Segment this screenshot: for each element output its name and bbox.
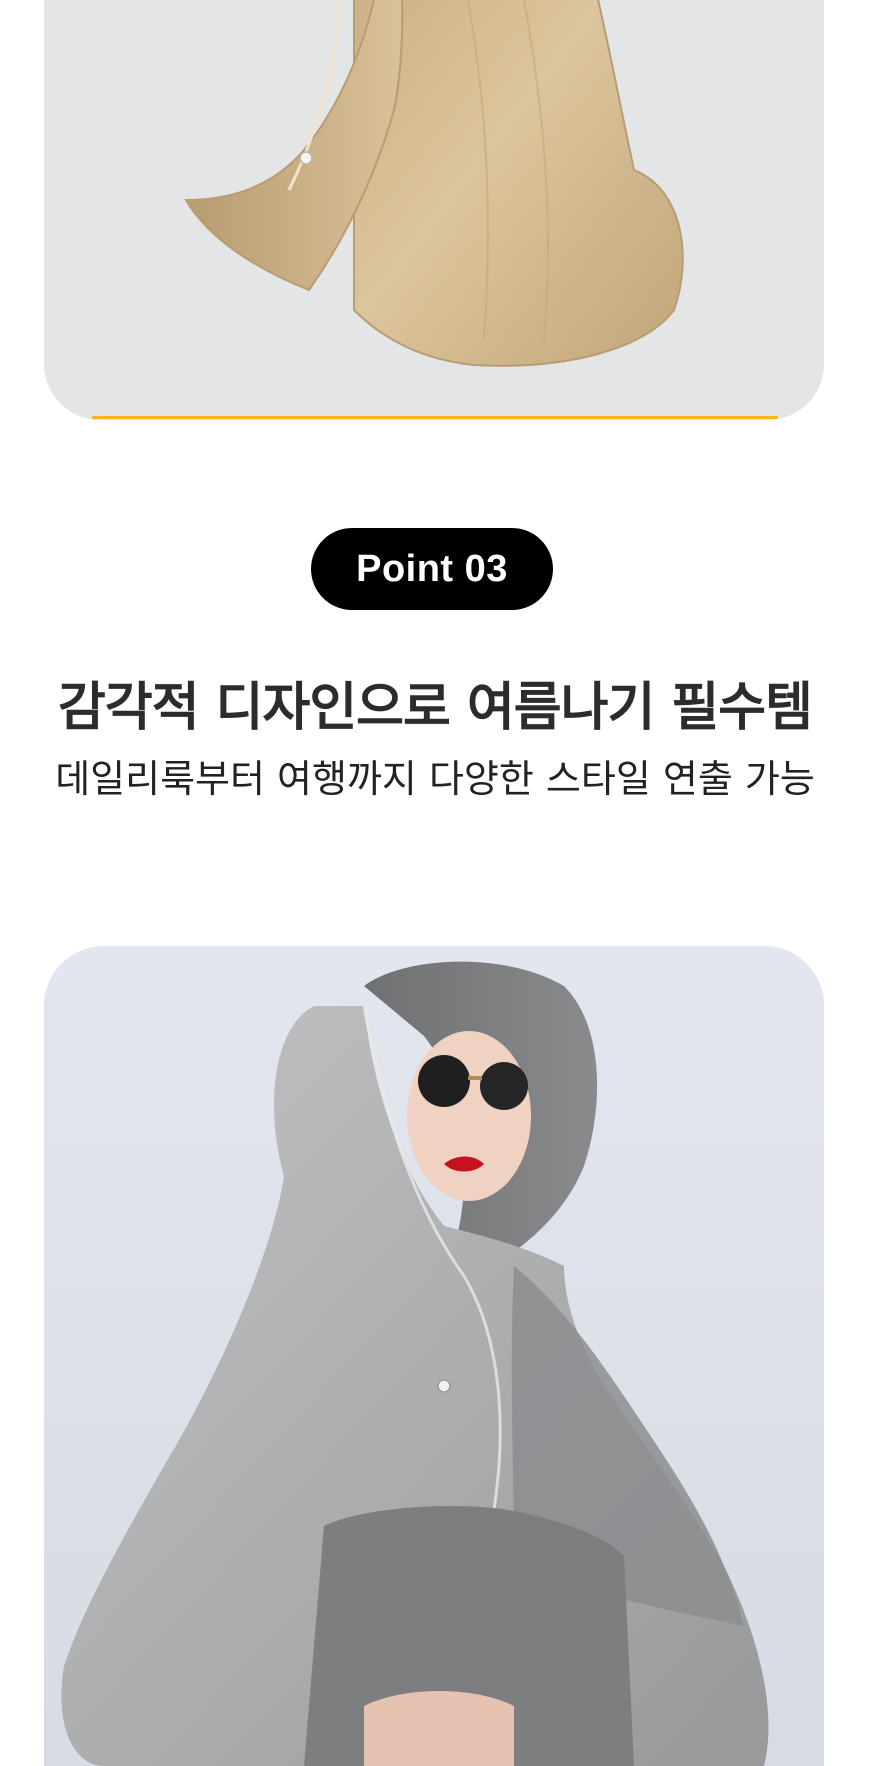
section-description: 데일리룩부터 여행까지 다양한 스타일 연출 가능 [55,757,815,801]
model-image-card-gray [44,946,824,1766]
beige-sun-hood-image [184,0,684,367]
product-image-card-beige [44,0,824,420]
model-gray-sun-hood-image [44,946,824,1766]
card-accent-line [92,416,778,419]
section-headline: 감각적 디자인으로 여름나기 필수템 [58,678,813,738]
point-badge: Point 03 [311,528,553,610]
